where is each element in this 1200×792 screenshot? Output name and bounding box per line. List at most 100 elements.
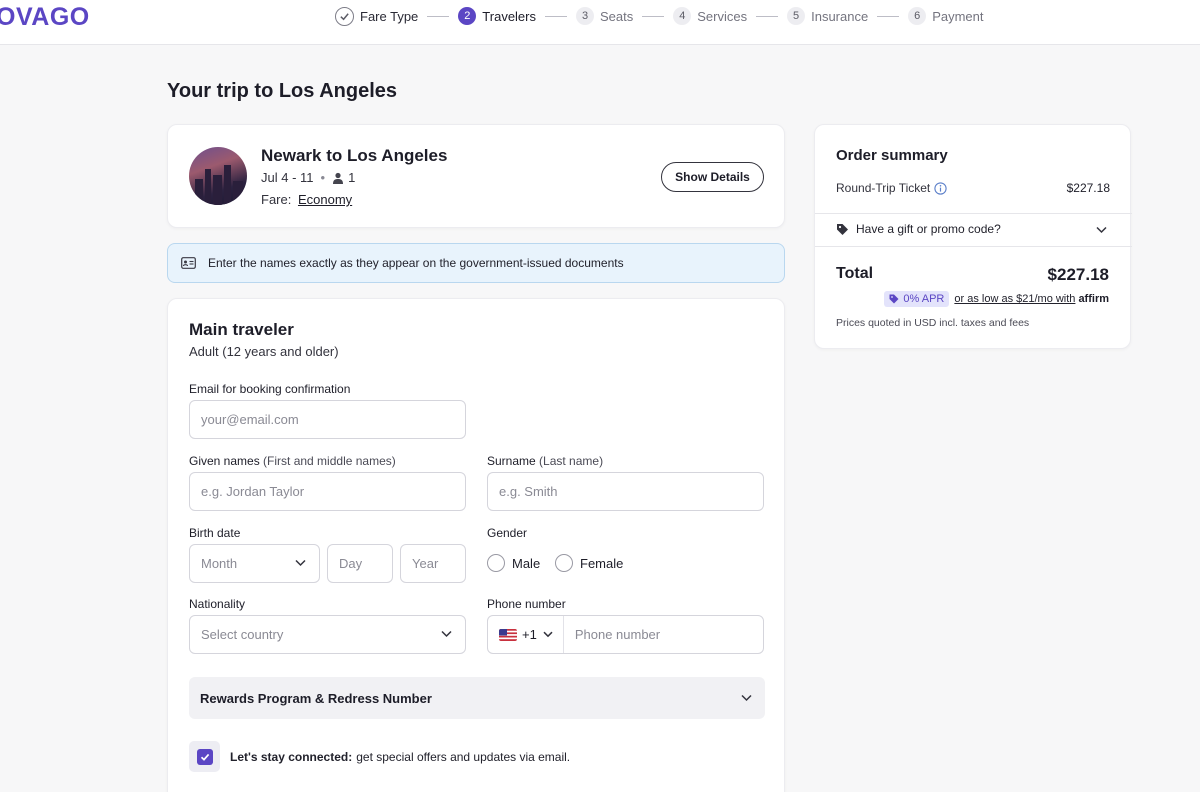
divider	[815, 246, 1132, 247]
nationality-placeholder: Select country	[201, 627, 284, 642]
notice-text: Enter the names exactly as they appear o…	[208, 256, 624, 270]
step-divider	[545, 15, 567, 17]
phone-field[interactable]: +1 Phone number	[487, 615, 764, 654]
page-title: Your trip to Los Angeles	[167, 80, 398, 102]
nationality-select[interactable]: Select country	[189, 615, 466, 654]
rewards-label: Rewards Program & Redress Number	[200, 690, 432, 706]
promo-code-toggle[interactable]: Have a gift or promo code?	[836, 222, 1110, 236]
step-number: 5	[787, 7, 806, 25]
ticket-row: Round-Trip Ticket $227.18	[836, 181, 1110, 195]
traveler-count: 1	[348, 170, 356, 185]
step-number: 3	[576, 7, 594, 25]
newsletter-bold: Let's stay connected:	[230, 749, 353, 764]
summary-title: Order summary	[836, 147, 948, 164]
surname-label: Surname (Last name)	[487, 454, 603, 468]
section-title: Main traveler	[189, 320, 294, 339]
apr-badge: 0% APR	[884, 291, 950, 307]
phone-prefix-text: +1	[522, 627, 537, 642]
birth-month-select[interactable]: Month	[189, 544, 320, 583]
chevron-down-icon	[1096, 226, 1107, 234]
chevron-down-icon	[741, 694, 752, 702]
day-placeholder: Day	[339, 556, 363, 571]
names-notice: Enter the names exactly as they appear o…	[167, 243, 785, 283]
trip-meta: Jul 4 - 11 • 1	[261, 170, 355, 185]
chevron-down-icon	[543, 631, 553, 638]
price-note: Prices quoted in USD incl. taxes and fee…	[836, 317, 1030, 329]
radio-label: Male	[512, 555, 541, 571]
traveler-form: Main traveler Adult (12 years and older)…	[167, 298, 785, 792]
rewards-accordion[interactable]: Rewards Program & Redress Number	[189, 677, 765, 719]
given-names-placeholder: e.g. Jordan Taylor	[201, 484, 305, 499]
step-number: 2	[458, 7, 477, 25]
step-travelers[interactable]: 2 Travelers	[458, 7, 536, 25]
gender-label: Gender	[487, 526, 528, 540]
check-icon	[200, 753, 209, 761]
step-label: Travelers	[482, 8, 536, 24]
step-number: 4	[673, 7, 692, 25]
given-names-field[interactable]: e.g. Jordan Taylor	[189, 472, 466, 511]
trip-fare: Fare: Economy	[261, 192, 352, 207]
step-label: Fare Type	[360, 8, 419, 24]
step-label: Seats	[600, 8, 634, 24]
surname-field[interactable]: e.g. Smith	[487, 472, 764, 511]
order-summary: Order summary Round-Trip Ticket $227.18 …	[814, 124, 1132, 349]
phone-placeholder: Phone number	[574, 627, 661, 642]
fare-label: Fare:	[261, 192, 292, 207]
financing-offer[interactable]: 0% APR or as low as $21/mo with affirm	[884, 291, 1109, 307]
birth-year-field[interactable]: Year	[400, 544, 466, 583]
country-code-select[interactable]: +1	[499, 616, 564, 653]
gender-female-radio[interactable]: Female	[555, 554, 623, 572]
info-icon[interactable]	[934, 181, 947, 195]
chevron-down-icon	[295, 559, 306, 567]
newsletter-text: get special offers and updates via email…	[356, 749, 571, 764]
fare-link[interactable]: Economy	[298, 192, 352, 207]
step-label: Insurance	[811, 8, 869, 24]
tag-icon	[889, 294, 899, 304]
apr-badge-text: 0% APR	[903, 293, 945, 305]
email-label: Email for booking confirmation	[189, 382, 351, 396]
trip-route: Newark to Los Angeles	[261, 146, 448, 165]
us-flag-icon	[499, 628, 517, 641]
total-value: $227.18	[1047, 265, 1109, 284]
checkbox-checked	[196, 748, 213, 765]
step-payment: 6 Payment	[908, 7, 984, 25]
apr-text: or as low as $21/mo with	[954, 293, 1076, 305]
section-subtitle: Adult (12 years and older)	[189, 344, 339, 359]
show-details-button[interactable]: Show Details	[661, 162, 764, 192]
logo[interactable]: OVAGO	[0, 3, 90, 32]
nationality-label: Nationality	[189, 597, 246, 611]
step-services: 4 Services	[673, 7, 747, 25]
gender-male-radio[interactable]: Male	[487, 554, 540, 572]
tag-icon	[837, 223, 848, 235]
step-divider	[642, 15, 665, 17]
step-fare-type[interactable]: Fare Type	[335, 6, 419, 26]
email-field[interactable]: your@email.com	[189, 400, 466, 439]
ticket-price: $227.18	[1066, 181, 1110, 195]
separator-dot: •	[320, 170, 326, 185]
ticket-label: Round-Trip Ticket	[836, 181, 931, 195]
step-insurance: 5 Insurance	[787, 7, 868, 25]
step-number: 6	[908, 7, 927, 25]
step-label: Payment	[932, 8, 984, 24]
surname-label-text: Surname	[487, 454, 536, 468]
birth-date-label: Birth date	[189, 526, 241, 540]
progress-steps: Fare Type 2 Travelers 3 Seats 4 Services…	[335, 6, 984, 26]
radio-label: Female	[580, 555, 624, 571]
total-label: Total	[836, 265, 874, 282]
step-divider	[427, 15, 450, 17]
id-card-icon	[181, 257, 196, 269]
divider	[815, 213, 1132, 214]
step-label: Services	[697, 8, 748, 24]
step-seats: 3 Seats	[576, 7, 633, 25]
given-names-hint: (First and middle names)	[263, 454, 396, 468]
birth-day-field[interactable]: Day	[327, 544, 393, 583]
step-divider	[877, 15, 900, 17]
radio-circle	[487, 554, 505, 572]
affirm-logo: affirm	[1078, 293, 1109, 305]
phone-label: Phone number	[487, 597, 566, 611]
year-placeholder: Year	[412, 556, 439, 571]
surname-hint: (Last name)	[539, 454, 604, 468]
person-icon	[333, 172, 344, 184]
surname-placeholder: e.g. Smith	[499, 484, 558, 499]
newsletter-checkbox[interactable]	[189, 741, 220, 772]
